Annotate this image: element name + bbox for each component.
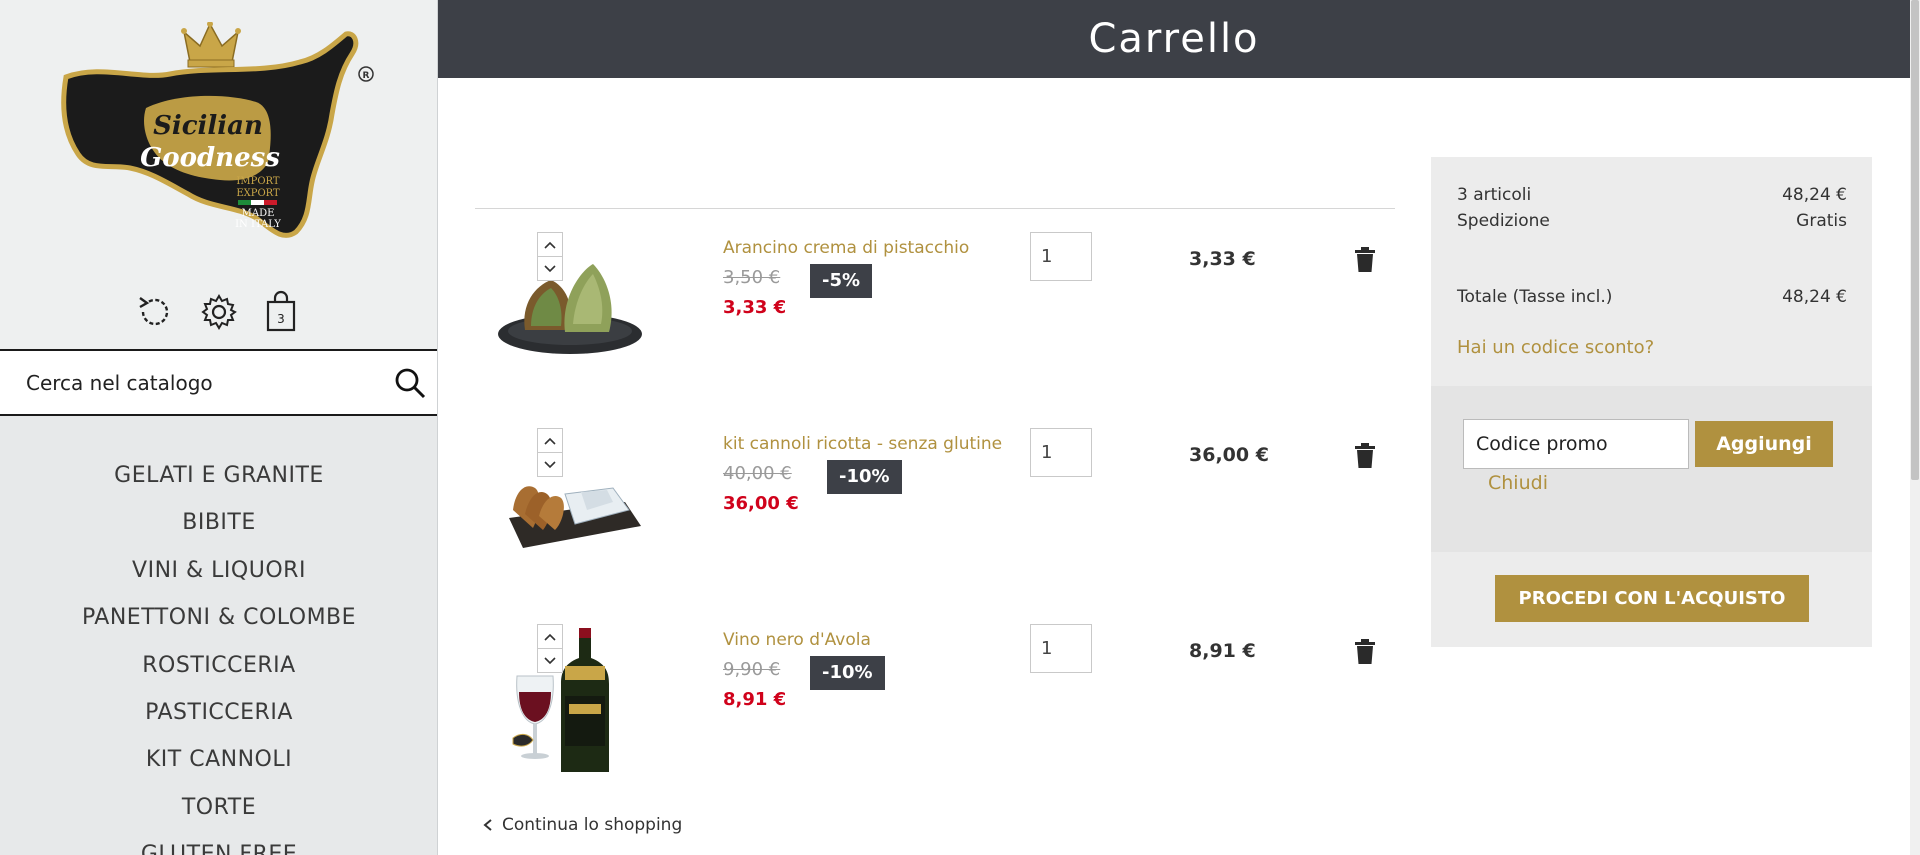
discount-badge: -10%: [810, 656, 885, 690]
checkout-button[interactable]: PROCEDI CON L'ACQUISTO: [1495, 575, 1809, 622]
trash-icon[interactable]: [1350, 441, 1380, 471]
quantity-down-button[interactable]: [537, 256, 563, 281]
trash-icon[interactable]: [1350, 637, 1380, 667]
product-price: 36,00 €: [723, 493, 799, 514]
add-promo-button[interactable]: Aggiungi: [1695, 421, 1833, 467]
product-image-arancino[interactable]: [495, 234, 645, 384]
chevron-down-icon: [544, 264, 556, 272]
quantity-up-button[interactable]: [537, 624, 563, 649]
chevron-down-icon: [544, 656, 556, 664]
category-item-pasticceria[interactable]: PASTICCERIA: [0, 700, 437, 725]
quantity-down-button[interactable]: [537, 648, 563, 673]
line-total: 8,91 €: [1189, 640, 1256, 662]
chevron-up-icon: [544, 633, 556, 641]
product-price: 3,33 €: [723, 297, 787, 318]
promo-code-input[interactable]: [1463, 419, 1689, 469]
chevron-up-icon: [544, 241, 556, 249]
quantity-stepper: [1030, 624, 1092, 673]
page-scrollbar[interactable]: [1910, 0, 1920, 855]
quantity-stepper: [1030, 428, 1092, 477]
page-title: Carrello: [1088, 16, 1260, 62]
search-input[interactable]: [24, 351, 384, 414]
quantity-input[interactable]: [1031, 625, 1087, 672]
continue-shopping-link[interactable]: Continua lo shopping: [482, 815, 682, 835]
summary-shipping-value: Gratis: [1796, 211, 1847, 231]
brand-tag-italy: IN ITALY: [235, 219, 281, 230]
category-item-gluten-free[interactable]: GLUTEN FREE: [0, 842, 437, 855]
product-name-link[interactable]: kit cannoli ricotta - senza glutine: [723, 434, 1002, 454]
category-item-panettoni[interactable]: PANETTONI & COLOMBE: [0, 605, 437, 630]
summary-shipping-label: Spedizione: [1457, 211, 1550, 231]
product-regular-price: 40,00 €: [723, 463, 792, 484]
summary-items-value: 48,24 €: [1782, 185, 1847, 205]
cart-count: 3: [277, 312, 285, 326]
page-header: Carrello: [438, 0, 1910, 78]
brand-tag-import: IMPORT: [236, 176, 279, 187]
chevron-up-icon: [544, 437, 556, 445]
category-item-vini[interactable]: VINI & LIQUORI: [0, 558, 437, 583]
cart-row: Arancino crema di pistacchio 3,50 € -5% …: [475, 220, 1395, 390]
trash-icon[interactable]: [1350, 245, 1380, 275]
quantity-input[interactable]: [1031, 429, 1087, 476]
brand-line2: Goodness: [140, 143, 280, 173]
summary-items-label: 3 articoli: [1457, 185, 1532, 205]
category-menu: GELATI E GRANITE BIBITE VINI & LIQUORI P…: [0, 416, 437, 855]
brand-line1: Sicilian: [153, 111, 263, 141]
cart-divider: [475, 208, 1395, 209]
shopping-bag-icon[interactable]: 3: [259, 290, 303, 334]
chevron-down-icon: [544, 460, 556, 468]
history-icon[interactable]: [133, 290, 177, 334]
product-name-link[interactable]: Arancino crema di pistacchio: [723, 238, 969, 258]
svg-text:R: R: [363, 71, 370, 81]
product-image-cannoli-kit[interactable]: [495, 430, 645, 580]
sidebar-icon-row: 3: [0, 290, 437, 340]
search-icon[interactable]: [388, 361, 432, 405]
search-bar: [0, 349, 437, 416]
cart-row: Vino nero d'Avola 9,90 € -10% 8,91 € 8,9…: [475, 612, 1395, 782]
line-total: 3,33 €: [1189, 248, 1256, 270]
discount-badge: -5%: [810, 264, 873, 298]
product-regular-price: 3,50 €: [723, 267, 781, 288]
chevron-left-icon: [483, 819, 492, 831]
quantity-input[interactable]: [1031, 233, 1087, 280]
close-promo-link[interactable]: Chiudi: [1488, 472, 1548, 494]
quantity-up-button[interactable]: [537, 428, 563, 453]
category-item-bibite[interactable]: BIBITE: [0, 510, 437, 535]
category-item-gelati[interactable]: GELATI E GRANITE: [0, 463, 437, 488]
product-price: 8,91 €: [723, 689, 787, 710]
cart-row: kit cannoli ricotta - senza glutine 40,0…: [475, 416, 1395, 586]
promo-code-form: Aggiungi Chiudi: [1431, 386, 1872, 552]
site-logo[interactable]: Sicilian Goodness IMPORT EXPORT MADE IN …: [60, 22, 380, 247]
discount-code-link[interactable]: Hai un codice sconto?: [1457, 337, 1654, 358]
category-item-rosticceria[interactable]: ROSTICCERIA: [0, 653, 437, 678]
crown-icon: [181, 22, 241, 68]
brand-tag-export: EXPORT: [236, 188, 280, 199]
discount-badge: -10%: [827, 460, 902, 494]
category-item-kit-cannoli[interactable]: KIT CANNOLI: [0, 747, 437, 772]
summary-total-value: 48,24 €: [1782, 287, 1847, 307]
product-image-nero-davola[interactable]: [495, 626, 645, 776]
product-name-link[interactable]: Vino nero d'Avola: [723, 630, 871, 650]
scrollbar-thumb[interactable]: [1911, 0, 1919, 480]
continue-shopping-label: Continua lo shopping: [502, 815, 683, 835]
line-total: 36,00 €: [1189, 444, 1269, 466]
quantity-down-button[interactable]: [537, 452, 563, 477]
brand-tag-made: MADE: [242, 208, 275, 219]
gear-icon[interactable]: [197, 290, 241, 334]
italian-flag-icon: [238, 200, 277, 205]
quantity-stepper: [1030, 232, 1092, 281]
cart-summary: 3 articoli 48,24 € Spedizione Gratis Tot…: [1431, 157, 1872, 647]
category-item-torte[interactable]: TORTE: [0, 795, 437, 820]
quantity-up-button[interactable]: [537, 232, 563, 257]
sidebar: Sicilian Goodness IMPORT EXPORT MADE IN …: [0, 0, 438, 855]
product-regular-price: 9,90 €: [723, 659, 781, 680]
summary-total-label: Totale (Tasse incl.): [1457, 287, 1613, 307]
